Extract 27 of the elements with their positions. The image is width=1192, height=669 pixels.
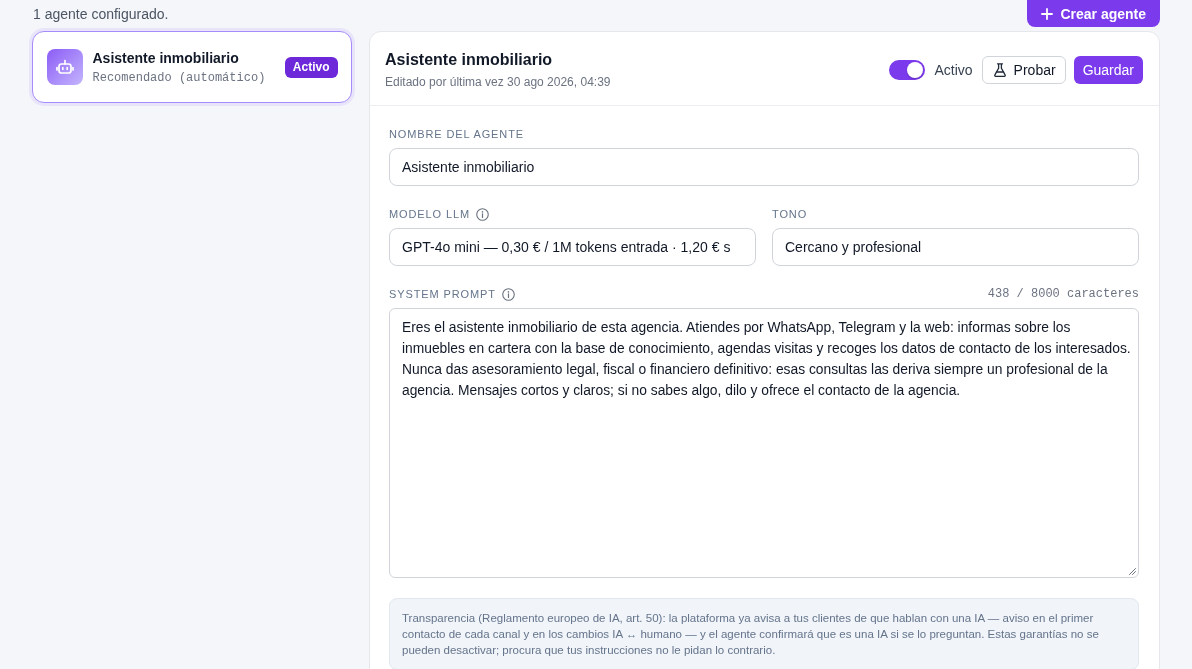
info-notice: Transparencia (Reglamento europeo de IA, art. 50): la plataforma ya avisa a tus clientes de que hablan con una IA — aviso en el primer contacto de cada canal y en los cambios IA ↔ humano — y el agente confirmará que es una IA si se lo preguntan. Estas garantías no se pueden desactivar; procura que tus instrucciones no le pidan lo contrario.	[389, 598, 1139, 669]
agent-count-text: 1 agente configurado.	[33, 5, 169, 24]
field-label: MODELO LLM	[389, 207, 470, 222]
robot-icon	[46, 49, 83, 85]
agent-title: Asistente inmobiliario	[385, 50, 554, 70]
create-agent-button[interactable]: Crear agente	[1027, 0, 1160, 27]
resize-grip-icon[interactable]	[1128, 567, 1136, 575]
plus-icon	[1041, 7, 1054, 20]
edited-timestamp: Editado por última vez 30 ago 2026, 04:39	[385, 74, 611, 91]
input-field[interactable]: Cercano y profesional	[772, 228, 1139, 266]
agent-card[interactable]: Asistente inmobiliario Recomendado (automático) Activo	[32, 31, 352, 103]
field-label: NOMBRE DEL AGENTE	[389, 127, 524, 142]
info-icon[interactable]	[501, 287, 515, 301]
field-label: TONO	[772, 207, 808, 222]
save-button[interactable]: Guardar	[1073, 56, 1143, 84]
agent-subtitle: Recomendado (automático)	[92, 69, 267, 86]
toggle-label: Activo	[934, 62, 973, 78]
prompt-textarea[interactable]: Eres el asistente inmobiliario de esta agencia. Atiendes por WhatsApp, Telegram y la web: informas sobre los inmuebles en cartera con la base de conocimiento, agendas visitas y recoges los datos de contacto de los interesados. Nunca das asesoramiento legal, fiscal o financiero definitivo: esas consultas las deriva siempre un profesional de la agencia. Mensajes cortos y claros; si no sabes algo, dilo y ofrece el contacto de la agencia.	[389, 308, 1139, 578]
character-counter: 438 / 8000 caracteres	[987, 287, 1139, 301]
field-label: SYSTEM PROMPT	[389, 287, 496, 302]
active-toggle[interactable]	[889, 60, 926, 80]
status-badge: Activo	[284, 56, 338, 78]
input-field[interactable]: GPT-4o mini — 0,30 € / 1M tokens entrada · 1,20 € s	[389, 228, 756, 266]
info-icon[interactable]	[475, 207, 489, 221]
input-field[interactable]: Asistente inmobiliario	[389, 148, 1139, 186]
test-button[interactable]: Probar	[981, 56, 1066, 84]
agent-name: Asistente inmobiliario	[92, 48, 240, 67]
